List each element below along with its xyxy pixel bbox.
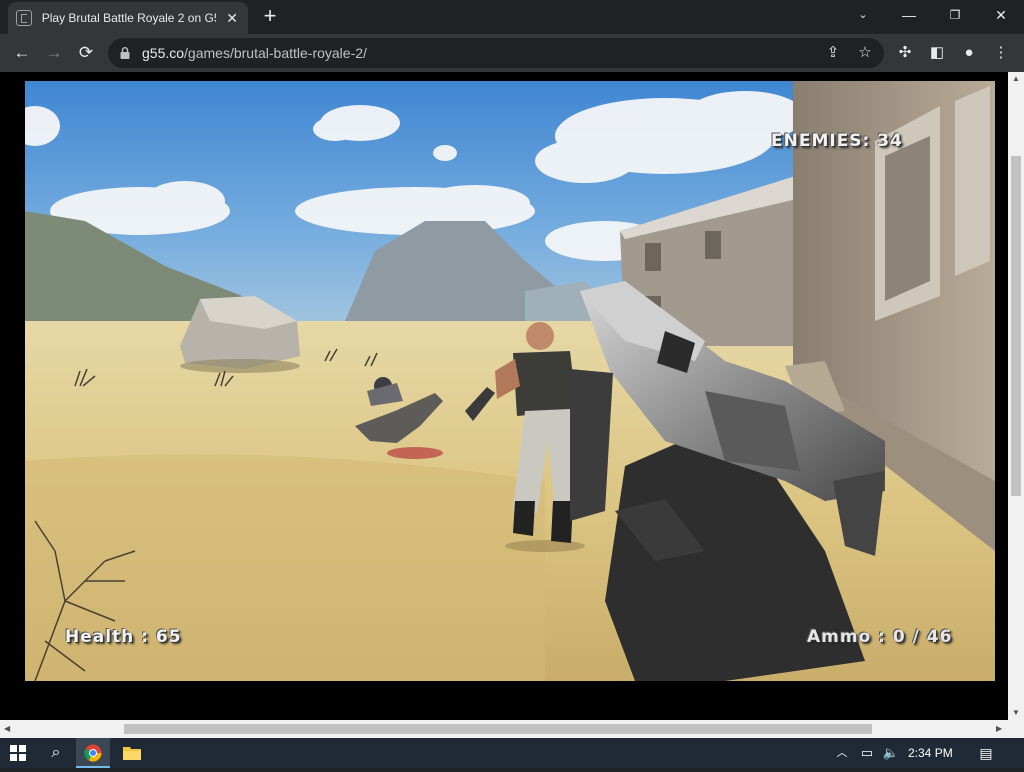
game-scene (25, 81, 995, 681)
forward-button[interactable]: → (40, 39, 68, 67)
windows-taskbar: ⌕ ︿ ▭ 🔈 2:34 PM ▤ (0, 738, 1024, 768)
game-canvas[interactable]: ENEMIES: 34 Health : 65 Ammo : 0 / 46 (25, 81, 995, 681)
close-window-button[interactable]: ✕ (978, 0, 1024, 32)
browser-menu-icon[interactable]: ⋮ (990, 42, 1012, 64)
ammo-readout: Ammo : 0 / 46 (807, 627, 953, 647)
show-hidden-icons-chevron-icon[interactable]: ︿ (832, 738, 852, 768)
back-button[interactable]: ← (8, 39, 36, 67)
scroll-left-arrow-icon[interactable]: ◀ (4, 724, 10, 733)
search-icon[interactable]: ⌕ (40, 738, 72, 768)
url-text: g55.co/games/brutal-battle-royale-2/ (142, 45, 367, 61)
chrome-taskbar-icon[interactable] (76, 738, 110, 768)
browser-toolbar: ← → ⟳ g55.co/games/brutal-battle-royale-… (0, 34, 1024, 72)
tab-title: Play Brutal Battle Royale 2 on G5 (41, 11, 217, 25)
site-favicon-icon (16, 10, 32, 26)
lock-icon (120, 47, 130, 59)
minimize-button[interactable]: — (886, 0, 932, 32)
health-readout: Health : 65 (65, 627, 182, 647)
new-tab-button[interactable]: + (258, 5, 282, 29)
notification-center-icon[interactable]: ▤ (972, 738, 1000, 768)
address-bar[interactable]: g55.co/games/brutal-battle-royale-2/ ⇪ ☆ (108, 38, 884, 68)
scroll-right-arrow-icon[interactable]: ▶ (996, 724, 1002, 733)
vertical-scrollbar[interactable]: ▲ ▼ (1008, 72, 1024, 720)
reload-button[interactable]: ⟳ (72, 39, 100, 67)
vertical-scroll-thumb[interactable] (1011, 156, 1021, 496)
taskbar-clock[interactable]: 2:34 PM (908, 738, 953, 768)
volume-icon[interactable]: 🔈 (880, 738, 902, 768)
browser-tab-bar: Play Brutal Battle Royale 2 on G5 ✕ + ⌄ … (0, 0, 1024, 34)
bookmark-star-icon[interactable]: ☆ (854, 42, 876, 64)
scroll-up-arrow-icon[interactable]: ▲ (1012, 74, 1020, 83)
restore-button[interactable]: ❐ (932, 0, 978, 32)
horizontal-scrollbar[interactable]: ◀ ▶ (0, 720, 1024, 738)
page-content: ENEMIES: 34 Health : 65 Ammo : 0 / 46 (0, 72, 1008, 720)
tab-search-chevron-icon[interactable]: ⌄ (840, 0, 886, 32)
windows-start-icon[interactable] (0, 738, 36, 768)
enemies-counter: ENEMIES: 34 (771, 131, 903, 151)
file-explorer-icon[interactable] (116, 738, 148, 768)
browser-tab[interactable]: Play Brutal Battle Royale 2 on G5 ✕ (8, 2, 248, 34)
horizontal-scroll-thumb[interactable] (124, 724, 872, 734)
profile-avatar-icon[interactable]: ● (958, 42, 980, 64)
scroll-down-arrow-icon[interactable]: ▼ (1012, 708, 1020, 717)
extensions-puzzle-icon[interactable]: ✣ (894, 42, 916, 64)
side-panel-icon[interactable]: ◧ (926, 42, 948, 64)
network-icon[interactable]: ▭ (856, 738, 878, 768)
share-icon[interactable]: ⇪ (822, 42, 844, 64)
close-tab-icon[interactable]: ✕ (224, 10, 240, 27)
